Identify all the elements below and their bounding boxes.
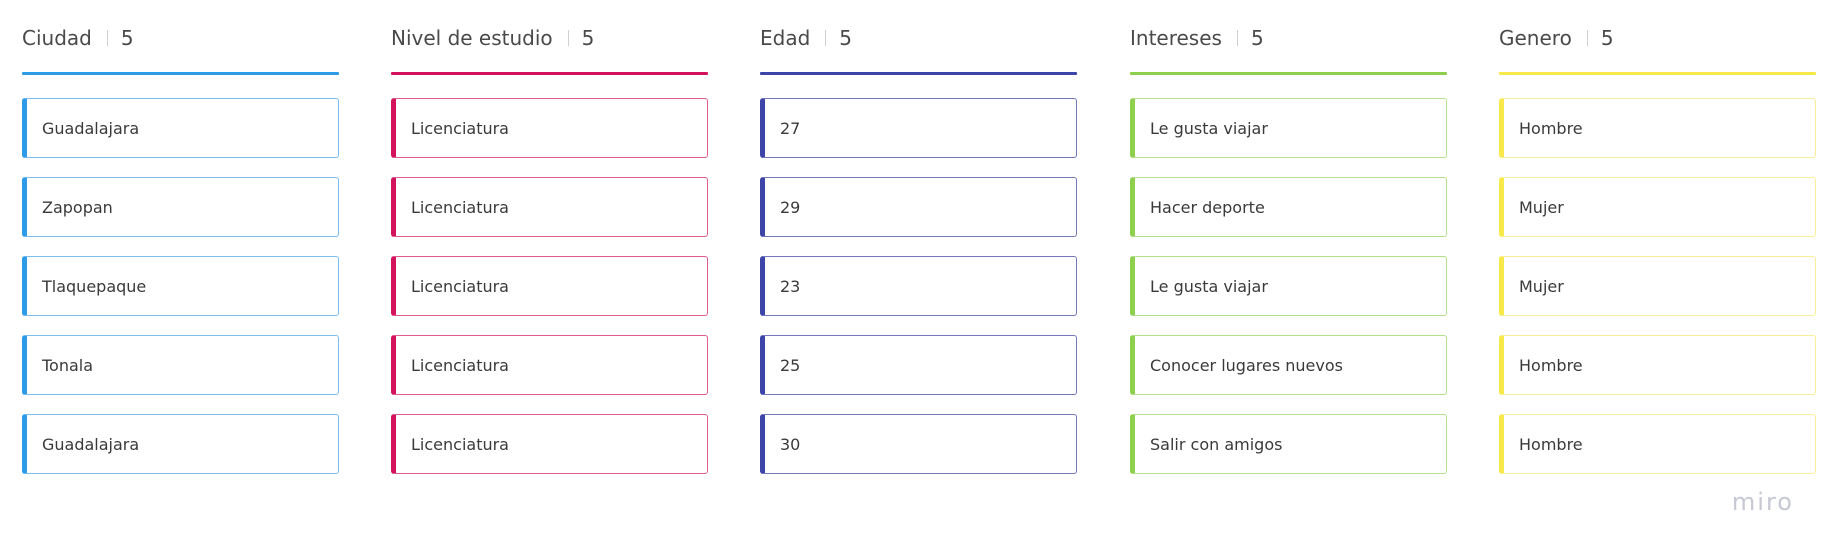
card[interactable]: 30 bbox=[760, 414, 1077, 474]
column-header[interactable]: Genero 5 bbox=[1499, 22, 1614, 54]
header-divider bbox=[825, 30, 827, 46]
card[interactable]: Hombre bbox=[1499, 98, 1816, 158]
column-title: Genero bbox=[1499, 26, 1572, 50]
column-color-line bbox=[1130, 72, 1447, 75]
card[interactable]: Salir con amigos bbox=[1130, 414, 1447, 474]
card[interactable]: 23 bbox=[760, 256, 1077, 316]
card[interactable]: Le gusta viajar bbox=[1130, 256, 1447, 316]
column-title: Intereses bbox=[1130, 26, 1222, 50]
card[interactable]: Hombre bbox=[1499, 335, 1816, 395]
column-color-line bbox=[391, 72, 708, 75]
card[interactable]: Mujer bbox=[1499, 177, 1816, 237]
header-divider bbox=[567, 30, 569, 46]
header-divider bbox=[106, 30, 108, 46]
header-divider bbox=[1586, 30, 1588, 46]
column-color-line bbox=[22, 72, 339, 75]
card[interactable]: 29 bbox=[760, 177, 1077, 237]
card[interactable]: Conocer lugares nuevos bbox=[1130, 335, 1447, 395]
card[interactable]: Licenciatura bbox=[391, 335, 708, 395]
column-count: 5 bbox=[839, 26, 853, 50]
card[interactable]: Guadalajara bbox=[22, 414, 339, 474]
column-color-line bbox=[1499, 72, 1816, 75]
card[interactable]: Tonala bbox=[22, 335, 339, 395]
header-divider bbox=[1236, 30, 1238, 46]
column-title: Edad bbox=[760, 26, 811, 50]
column-header[interactable]: Nivel de estudio 5 bbox=[391, 22, 594, 54]
column-count: 5 bbox=[581, 26, 595, 50]
card[interactable]: Guadalajara bbox=[22, 98, 339, 158]
column-header[interactable]: Edad 5 bbox=[760, 22, 852, 54]
column-count: 5 bbox=[1250, 26, 1264, 50]
column-title: Ciudad bbox=[22, 26, 92, 50]
card[interactable]: Hacer deporte bbox=[1130, 177, 1447, 237]
column-title: Nivel de estudio bbox=[391, 26, 553, 50]
card[interactable]: Licenciatura bbox=[391, 98, 708, 158]
card[interactable]: Tlaquepaque bbox=[22, 256, 339, 316]
card[interactable]: Licenciatura bbox=[391, 177, 708, 237]
column-color-line bbox=[760, 72, 1077, 75]
card[interactable]: 27 bbox=[760, 98, 1077, 158]
card[interactable]: Hombre bbox=[1499, 414, 1816, 474]
card[interactable]: Licenciatura bbox=[391, 414, 708, 474]
card[interactable]: Licenciatura bbox=[391, 256, 708, 316]
card[interactable]: Mujer bbox=[1499, 256, 1816, 316]
card[interactable]: Zapopan bbox=[22, 177, 339, 237]
column-count: 5 bbox=[120, 26, 134, 50]
column-count: 5 bbox=[1600, 26, 1614, 50]
miro-logo: miro bbox=[1731, 488, 1794, 516]
column-header[interactable]: Ciudad 5 bbox=[22, 22, 134, 54]
card[interactable]: 25 bbox=[760, 335, 1077, 395]
column-header[interactable]: Intereses 5 bbox=[1130, 22, 1264, 54]
card[interactable]: Le gusta viajar bbox=[1130, 98, 1447, 158]
